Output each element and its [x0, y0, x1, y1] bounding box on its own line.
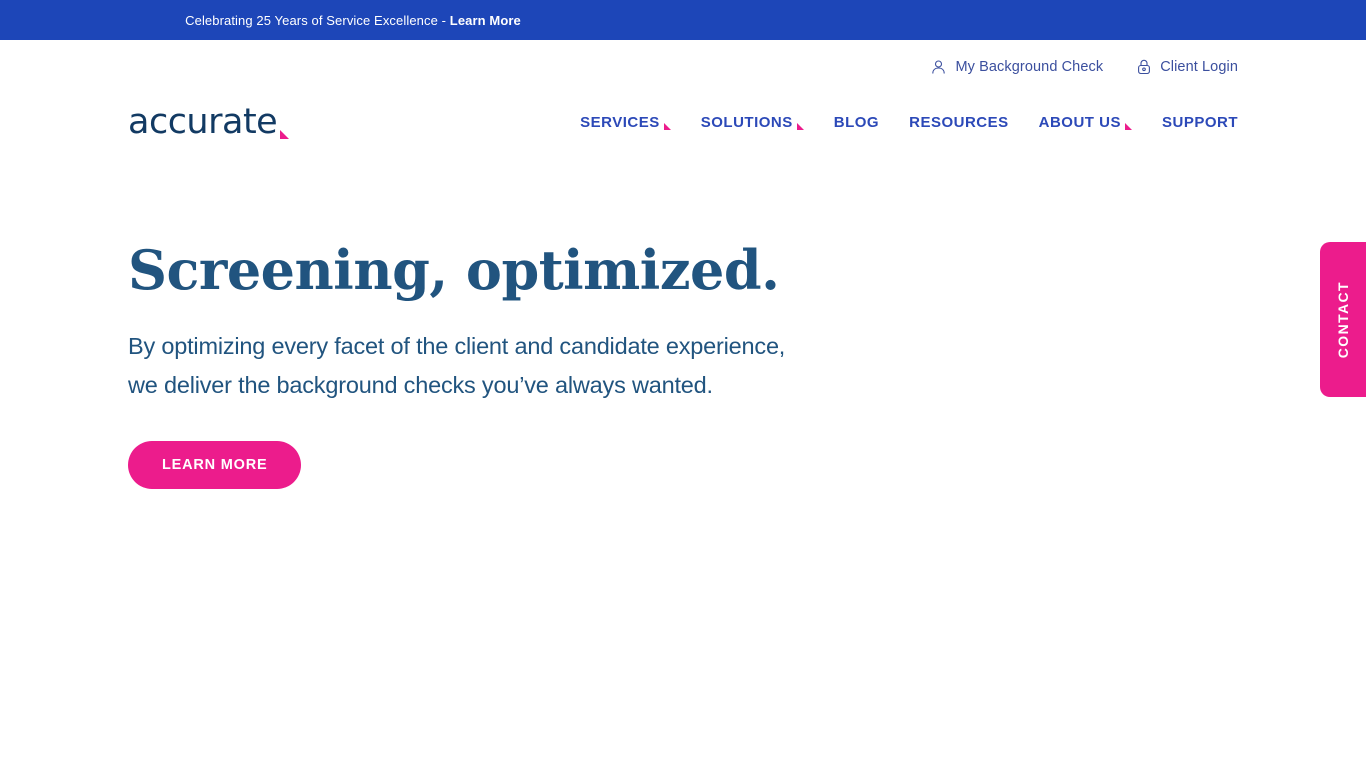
- announcement-text: Celebrating 25 Years of Service Excellen…: [185, 13, 521, 28]
- chevron-down-icon: [663, 122, 671, 130]
- nav-item-label: BLOG: [833, 113, 880, 131]
- contact-side-tab[interactable]: CONTACT: [1320, 242, 1366, 397]
- nav-item-label: ABOUT US: [1038, 113, 1121, 131]
- person-icon: [931, 59, 946, 75]
- lock-icon: [1137, 59, 1151, 75]
- nav-item-label: RESOURCES: [909, 113, 1009, 131]
- site-header: My Background Check Client Login accurat…: [0, 40, 1366, 150]
- nav-item-blog[interactable]: BLOG: [834, 114, 879, 131]
- page-title: Screening, optimized.: [128, 238, 780, 302]
- logo-wordmark: accurate: [128, 101, 278, 142]
- learn-more-button[interactable]: LEARN MORE: [128, 441, 302, 490]
- main-navigation: SERVICES SOLUTIONS BLOG RESOURCES ABOUT …: [580, 114, 1238, 131]
- logo-triangle-accent-icon: [280, 129, 290, 139]
- utility-bar: My Background Check Client Login: [0, 40, 1366, 78]
- nav-item-services[interactable]: SERVICES: [580, 114, 671, 131]
- utility-link-label: Client Login: [1160, 59, 1238, 75]
- announcement-banner: Celebrating 25 Years of Service Excellen…: [0, 0, 1366, 40]
- nav-item-about-us[interactable]: ABOUT US: [1039, 114, 1132, 131]
- hero-section: Screening, optimized. By optimizing ever…: [0, 150, 1366, 490]
- utility-link-label: My Background Check: [955, 59, 1104, 75]
- announcement-message: Celebrating 25 Years of Service Excellen…: [185, 12, 450, 28]
- hero-subtitle-line-2: we deliver the background checks you’ve …: [128, 371, 713, 398]
- hero-subtitle: By optimizing every facet of the client …: [128, 327, 1048, 405]
- nav-item-support[interactable]: SUPPORT: [1162, 114, 1238, 131]
- utility-link-my-background-check[interactable]: My Background Check: [931, 59, 1103, 75]
- nav-item-label: SOLUTIONS: [700, 113, 793, 131]
- nav-item-solutions[interactable]: SOLUTIONS: [701, 114, 804, 131]
- chevron-down-icon: [1124, 122, 1132, 130]
- header-main-row: accurate SERVICES SOLUTIONS BLOG RESOURC…: [0, 78, 1366, 150]
- nav-item-label: SERVICES: [580, 113, 660, 131]
- hero-subtitle-line-1: By optimizing every facet of the client …: [128, 332, 786, 359]
- utility-link-client-login[interactable]: Client Login: [1137, 59, 1238, 75]
- contact-side-tab-label: CONTACT: [1335, 280, 1351, 359]
- nav-item-label: SUPPORT: [1161, 113, 1238, 131]
- site-logo[interactable]: accurate: [128, 101, 290, 142]
- nav-item-resources[interactable]: RESOURCES: [909, 114, 1009, 131]
- announcement-learn-more-link[interactable]: Learn More: [450, 13, 521, 28]
- chevron-down-icon: [796, 122, 804, 130]
